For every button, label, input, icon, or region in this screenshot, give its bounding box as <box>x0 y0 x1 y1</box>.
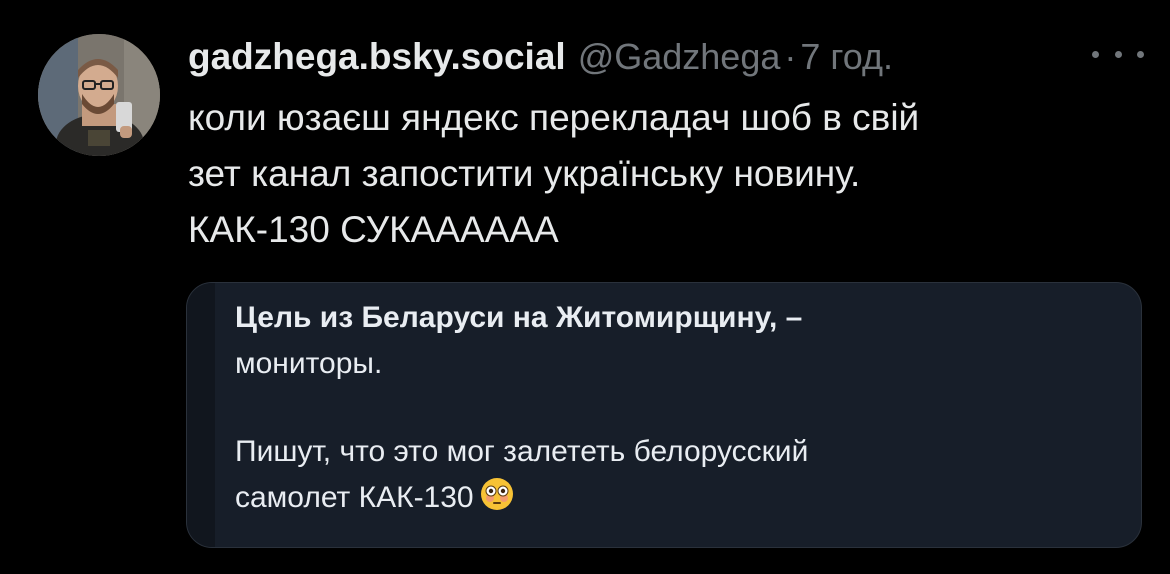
quote-side-bar <box>187 283 215 547</box>
post-text-line: зет канал запостити українську новину. <box>188 153 861 194</box>
quoted-body-line: самолет КАК-130 <box>235 475 1115 525</box>
quoted-headline: Цель из Беларуси на Житомирщину, – <box>235 301 803 334</box>
quoted-spacer <box>235 387 1115 429</box>
post-timestamp[interactable]: 7 год. <box>800 36 893 78</box>
quoted-headline-source: мониторы. <box>235 347 383 380</box>
more-dots-icon <box>1114 50 1122 58</box>
quoted-image[interactable]: Цель из Беларуси на Житомирщину, – монит… <box>186 282 1142 548</box>
user-handle[interactable]: @Gadzhega <box>578 36 781 78</box>
avatar-image <box>38 34 160 156</box>
more-dots-icon <box>1092 50 1099 58</box>
quoted-text: Цель из Беларуси на Житомирщину, – монит… <box>235 295 1115 525</box>
post-text: коли юзаєш яндекс перекладач шоб в свій … <box>188 90 1088 258</box>
post-header: gadzhega.bsky.social @Gadzhega · 7 год. <box>188 36 893 86</box>
separator-dot: · <box>784 36 797 77</box>
flushed-face-emoji-icon <box>480 477 514 525</box>
post-text-line: коли юзаєш яндекс перекладач шоб в свій <box>188 97 920 138</box>
avatar[interactable] <box>38 34 160 156</box>
more-options-button[interactable] <box>1092 42 1144 66</box>
tweet[interactable]: gadzhega.bsky.social @Gadzhega · 7 год. … <box>0 0 1170 574</box>
more-dots-icon <box>1137 50 1144 58</box>
display-name[interactable]: gadzhega.bsky.social <box>188 36 566 78</box>
quoted-body-text: самолет КАК-130 <box>235 481 474 514</box>
post-text-line: КАК-130 СУКАААААА <box>188 209 559 250</box>
quoted-body-line: Пишут, что это мог залететь белорусский <box>235 435 809 468</box>
